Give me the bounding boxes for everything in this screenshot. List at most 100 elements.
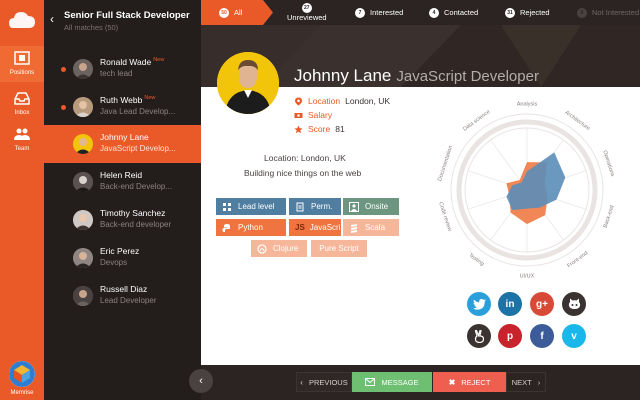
next-button[interactable]: NEXT › [506,372,546,392]
previous-button[interactable]: ‹ PREVIOUS [296,372,352,392]
tab-interested[interactable]: 7 Interested [355,0,403,25]
app-rail: Positions Inbox Team Memrise [0,0,44,400]
js-icon: JS [295,222,305,232]
tag-onsite: Onsite [343,198,399,215]
github-icon[interactable] [562,292,586,316]
radar-axis-label: Testing [467,252,485,267]
tag-pure-script: Pure Script [311,240,367,257]
candidate-name: Johnny Lane [100,132,149,142]
radar-axis-label: Architecture [564,110,591,132]
tab-count: 7 [355,7,365,18]
next-label: NEXT [511,377,532,387]
clojure-icon [257,243,267,254]
reject-label: REJECT [461,377,491,387]
twitter-icon[interactable] [467,292,491,316]
nav-team-label: Team [14,146,30,152]
unread-dot-icon [61,67,66,72]
tab-not-interested[interactable]: 0 Not Interested [577,0,639,25]
envelope-icon [365,378,376,386]
candidate-name: Ronald Wade [100,57,152,67]
money-icon [294,112,303,118]
fact-label: Salary [308,110,333,120]
candidate-item-johnny-lane[interactable]: Johnny Lane JavaScript Develop... [44,125,201,163]
inbox-icon [14,92,30,105]
avatar [73,134,93,154]
candidate-list-panel: ‹ Senior Full Stack Developer All matche… [44,0,201,400]
tab-rejected[interactable]: 31 Rejected [505,0,550,25]
google-plus-icon[interactable]: g+ [530,292,554,316]
tag-perm: Perm. [289,198,341,215]
nav-positions-label: Positions [9,70,35,76]
candidate-name: Eric Perez [100,246,140,256]
tab-unreviewed[interactable]: 27 Unreviewed [287,0,327,25]
pin-icon [295,97,302,105]
tab-all[interactable]: 50 All [219,0,242,25]
skills-radar-chart: AnalysisArchitectureOperationsBack-endFr… [437,101,616,279]
radar-axis-label: Back-end [603,205,616,229]
candidate-item-timothy-sanchez[interactable]: Timothy Sanchez Back-end developer [44,201,201,239]
tab-count: 0 [577,7,587,18]
tag-label: Python [238,223,263,232]
candidate-item-ruth-webb[interactable]: Ruth Webb New Java Lead Develop... [44,88,201,126]
radar-axis-label: Code review [437,201,452,232]
back-chevron-icon[interactable]: ‹ [50,12,54,26]
tag-label: Perm. [311,202,333,211]
tab-label: Unreviewed [287,13,327,22]
facebook-icon[interactable]: f [530,324,554,348]
fact-value: London, UK [345,96,391,106]
tag-label: Pure Script [319,244,359,253]
radar-axis-label: Documentation [437,145,454,182]
tab-label: All [234,8,243,17]
candidate-item-helen-reid[interactable]: Helen Reid Back-end Develop... [44,163,201,201]
message-button[interactable]: MESSAGE [352,372,432,392]
candidate-role: Devops [100,258,128,267]
match-count: All matches (50) [64,23,119,32]
position-title: Senior Full Stack Developer [64,10,190,21]
star-icon [294,125,303,133]
avatar [73,59,93,79]
profile-avatar [217,52,279,114]
candidate-name: Ruth Webb [100,95,143,105]
fact-location: Location London, UK [294,94,390,108]
radar-axis-label: Operations [601,150,615,178]
tag-clojure: Clojure [251,240,307,257]
previous-label: PREVIOUS [308,377,348,387]
python-icon [222,223,230,232]
candidate-role: Lead Developer [100,296,157,305]
positions-icon [14,51,30,65]
candidate-item-eric-perez[interactable]: Eric Perez Devops [44,239,201,277]
list-header: ‹ Senior Full Stack Developer All matche… [44,0,201,48]
tag-label: Lead level [238,202,275,211]
candidate-item-russell-diaz[interactable]: Russell Diaz Lead Developer [44,277,201,315]
tab-contacted[interactable]: 4 Contacted [429,0,478,25]
document-icon [296,202,304,211]
reject-button[interactable]: ✖ REJECT [433,372,506,392]
radar-axis-label: Data science [462,109,491,133]
avatar [73,286,93,306]
nav-team[interactable]: Team [0,124,44,156]
tab-label: Rejected [520,8,550,17]
profile-heading: Johnny Lane JavaScript Developer [294,66,539,86]
nav-positions[interactable]: Positions [0,46,44,82]
candidate-role: tech lead [100,69,133,78]
close-icon: ✖ [448,377,456,387]
tab-count: 31 [505,7,515,18]
profile-facts: Location London, UK Salary Score 81 [294,94,390,136]
unread-dot-icon [61,105,66,110]
fact-label: Location [308,96,341,106]
avatar [73,172,93,192]
nav-inbox[interactable]: Inbox [0,88,44,120]
angellist-icon[interactable] [467,324,491,348]
candidate-role: Back-end developer [100,220,172,229]
collapse-list-button[interactable]: ‹ [189,369,213,393]
user-icon [349,201,359,212]
avatar [73,248,93,268]
vimeo-icon[interactable]: v [562,324,586,348]
linkedin-icon[interactable]: in [498,292,522,316]
brand-switcher[interactable]: Memrise [0,361,44,396]
candidate-item-ronald-wade[interactable]: Ronald Wade New tech lead [44,50,201,88]
tag-lead-level: Lead level [216,198,286,215]
pinterest-icon[interactable]: p [498,324,522,348]
bio-text: Building nice things on the web [244,168,362,178]
new-badge: New [144,95,156,101]
